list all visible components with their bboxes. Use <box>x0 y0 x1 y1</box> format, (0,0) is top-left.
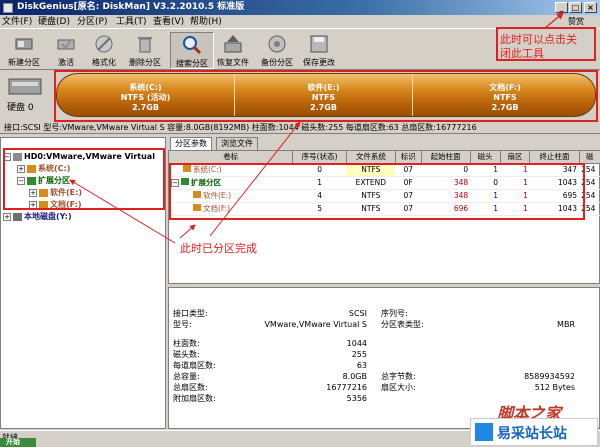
arrow-to-tree <box>69 179 176 244</box>
watermark-site: 易采站长站 <box>497 426 567 442</box>
watermark-logo-icon <box>475 423 493 441</box>
arrow-to-table <box>179 224 196 239</box>
arrow-to-close <box>544 12 564 29</box>
annotation-arrows <box>69 12 564 244</box>
arrow-to-disk <box>209 121 301 237</box>
watermark-badge: 易采站长站 <box>470 418 598 446</box>
